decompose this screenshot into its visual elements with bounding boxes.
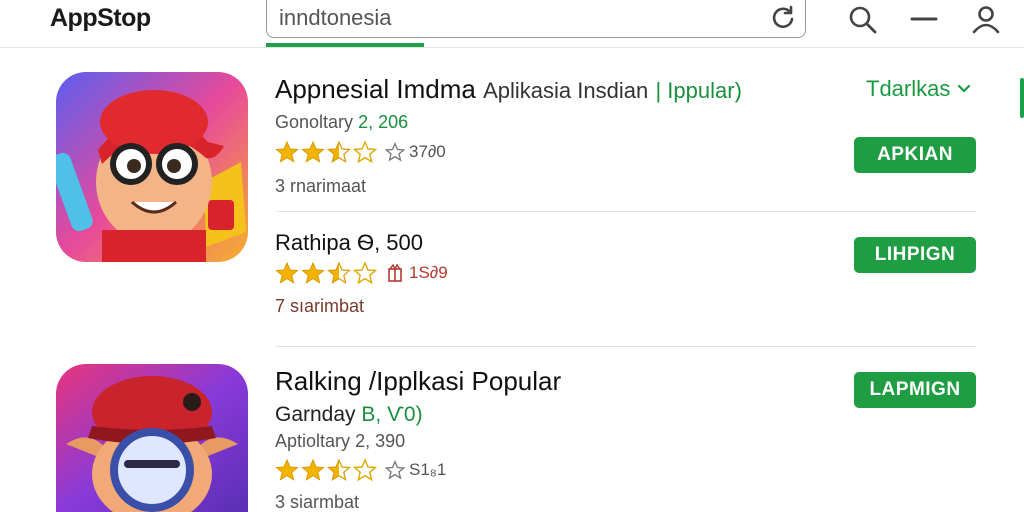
minimize-icon[interactable] — [907, 3, 941, 37]
meta-value: 2, 390 — [355, 431, 406, 451]
install-button[interactable]: LIHPIGN — [854, 237, 976, 273]
app-meta-secondary: 7 sıarimbat — [275, 296, 365, 316]
meta-label: Gonoltary — [275, 112, 354, 132]
install-button[interactable]: LAPMIGN — [854, 372, 976, 408]
install-button[interactable]: APKIAN — [854, 137, 976, 173]
gift-icon — [388, 263, 402, 282]
rating-count-value: S1₈1 — [409, 460, 447, 479]
star-empty-icon — [353, 458, 377, 482]
star-empty-icon — [353, 261, 377, 285]
star-half-icon — [327, 140, 351, 163]
app-title-value: Ѳ, 500 — [356, 230, 424, 255]
search-box[interactable] — [266, 0, 806, 38]
star-outline-icon — [385, 460, 405, 480]
search-icon[interactable] — [846, 3, 880, 37]
app-meta-secondary: 3 siarmbat — [275, 492, 360, 512]
star-full-icon — [301, 458, 325, 481]
star-full-icon — [275, 140, 299, 163]
star-empty-icon — [353, 140, 377, 164]
star-rating: 1S∂9 — [275, 261, 448, 285]
app-title-sub: Aplikasia Insdian — [483, 78, 649, 103]
app-title[interactable]: Ralking /Ipplkasi Popular — [275, 366, 561, 397]
scroll-indicator[interactable] — [1020, 78, 1024, 118]
star-outline-icon — [385, 142, 405, 162]
rating-count: 1S∂9 — [385, 263, 448, 283]
star-full-icon — [301, 261, 325, 284]
rating-count-value: 37∂0 — [409, 142, 446, 161]
star-full-icon — [301, 140, 325, 163]
app-meta-category: Garnday B, Ѵ0) — [275, 403, 423, 427]
meta-label: Aptioltary — [275, 431, 351, 451]
app-title[interactable]: Rathipa Ѳ, 500 — [275, 230, 423, 256]
star-half-icon — [327, 261, 351, 284]
rating-count: 37∂0 — [385, 142, 446, 162]
rating-count-value: 1S∂9 — [409, 263, 448, 282]
app-icon-character-cap[interactable] — [56, 364, 248, 512]
chevron-down-icon — [958, 84, 971, 93]
search-input[interactable] — [279, 3, 749, 33]
app-title[interactable]: Appnesial Imdma Aplikasia Insdian | Ippu… — [275, 74, 742, 105]
star-rating: 37∂0 — [275, 140, 446, 164]
meta-value: B, Ѵ0) — [361, 403, 423, 426]
app-icon-character-glasses[interactable] — [56, 72, 248, 262]
meta-value: 2, 206 — [358, 112, 409, 132]
refresh-icon[interactable] — [769, 4, 797, 32]
search-active-indicator — [266, 43, 424, 47]
app-title-main: Appnesial Imdma — [275, 74, 476, 104]
star-full-icon — [275, 261, 299, 284]
meta-label: Garnday — [275, 403, 356, 426]
star-rating: S1₈1 — [275, 458, 446, 482]
app-meta-secondary: 3 rnarimaat — [275, 176, 367, 196]
star-full-icon — [275, 458, 299, 481]
top-bar: AppStop — [0, 0, 1024, 48]
sort-label: Tdarlkas — [866, 76, 951, 101]
app-title-main: Rathipa — [275, 230, 351, 255]
profile-icon[interactable] — [969, 3, 1003, 37]
divider — [276, 346, 976, 347]
app-title: AppStop — [50, 4, 151, 32]
star-half-icon — [327, 458, 351, 481]
app-title-accent: | Ippular) — [655, 78, 742, 103]
rating-count: S1₈1 — [385, 460, 446, 480]
app-meta-downloads: Gonoltary 2, 206 — [275, 112, 408, 133]
sort-dropdown[interactable]: Tdarlkas — [866, 76, 972, 102]
divider — [276, 211, 976, 212]
app-meta-downloads: Aptioltary 2, 390 — [275, 431, 405, 452]
